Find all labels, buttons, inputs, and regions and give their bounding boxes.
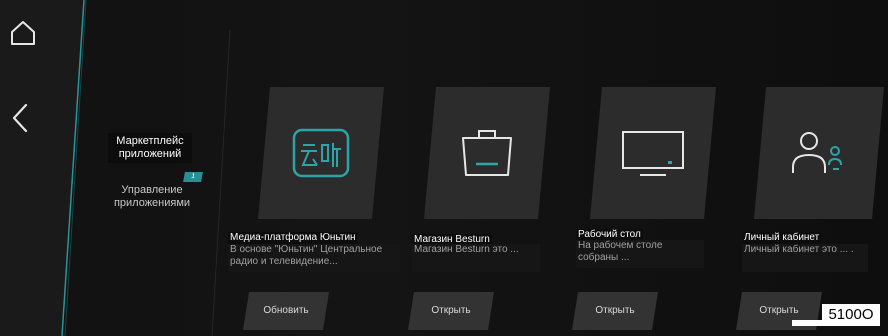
back-arrow-icon <box>12 103 28 133</box>
app-description: Магазин Besturn это ... <box>412 244 540 272</box>
app-description: На рабочем столе собраны ... <box>576 240 704 268</box>
app-tile-besturn-store[interactable] <box>424 87 550 219</box>
app-description: Личный кабинет это ... . <box>742 244 868 272</box>
overlay-label: 5100O <box>822 304 880 326</box>
user-profile-icon <box>789 129 849 177</box>
app-tile-personal-account[interactable] <box>754 87 884 219</box>
shopping-bag-icon <box>458 128 516 178</box>
app-title: Медиа-платформа Юньтин <box>228 232 358 244</box>
sidebar-item-marketplace[interactable]: Маркетплейс приложений <box>108 133 192 163</box>
app-description: В основе "Юньтин" Центральное радио и те… <box>228 244 400 272</box>
update-count-badge: 1 <box>183 172 203 182</box>
app-tile-desktop[interactable] <box>590 87 716 219</box>
home-button[interactable] <box>6 16 40 50</box>
update-button[interactable]: Обновить <box>243 292 329 330</box>
sidebar-item-label: Управление приложениями <box>113 184 191 209</box>
sidebar-item-label: Маркетплейс приложений <box>116 135 184 160</box>
open-button[interactable]: Открыть <box>572 292 658 330</box>
button-label: Открыть <box>431 305 471 316</box>
back-button[interactable] <box>6 98 34 138</box>
button-label: Обновить <box>263 305 309 316</box>
monitor-icon <box>620 129 686 177</box>
button-label: Открыть <box>595 305 635 316</box>
overlay-patch <box>792 320 822 326</box>
app-marketplace-screen: Маркетплейс приложений Управление прилож… <box>0 0 888 336</box>
sidebar-item-app-management[interactable]: Управление приложениями <box>104 182 200 212</box>
app-tile-yunting[interactable] <box>258 87 384 219</box>
home-icon <box>11 21 35 45</box>
yunting-logo-icon <box>291 127 351 179</box>
button-label: Открыть <box>759 305 799 316</box>
app-title: Личный кабинет <box>742 232 822 244</box>
open-button[interactable]: Открыть <box>408 292 494 330</box>
